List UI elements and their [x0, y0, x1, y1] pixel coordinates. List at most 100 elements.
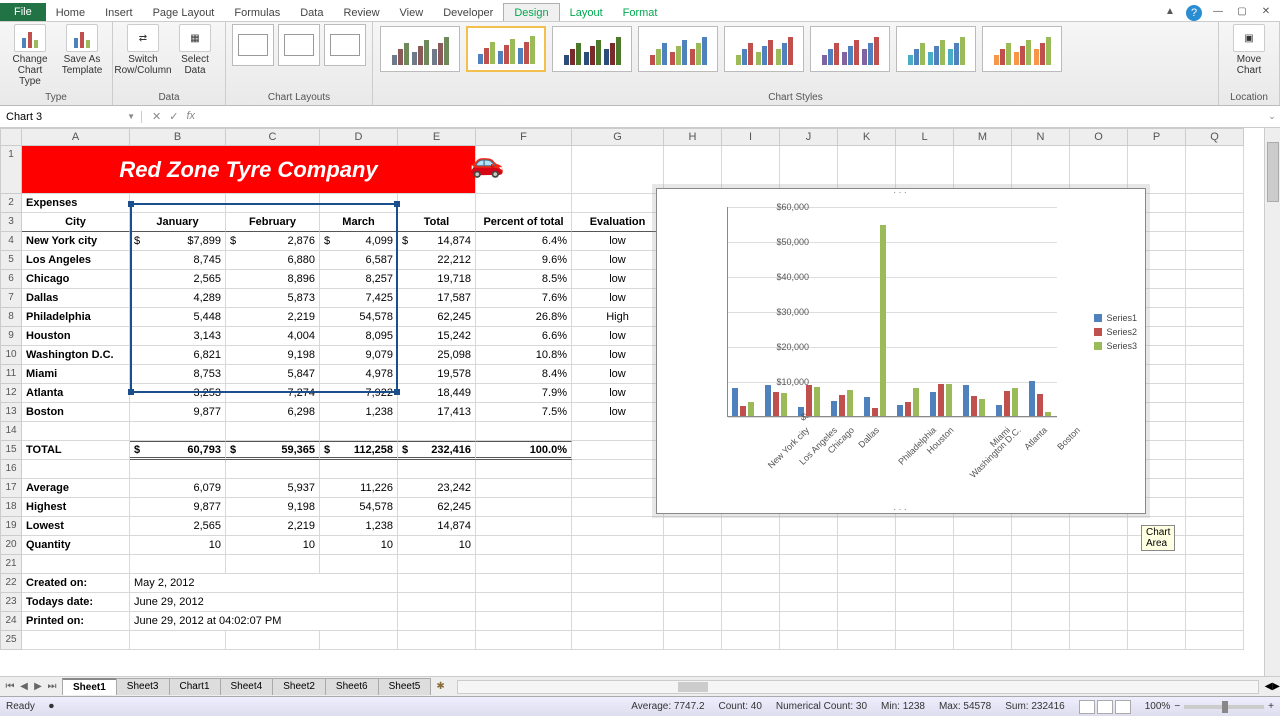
cell[interactable] — [1186, 146, 1244, 194]
cell[interactable]: $232,416 — [398, 441, 476, 460]
cell[interactable]: New York city — [22, 232, 130, 251]
selection-handle[interactable] — [128, 201, 134, 207]
tab-formulas[interactable]: Formulas — [224, 4, 290, 21]
cell[interactable] — [1012, 536, 1070, 555]
cell[interactable] — [476, 460, 572, 479]
cell[interactable]: 4,004 — [226, 327, 320, 346]
cell[interactable] — [1186, 308, 1244, 327]
cell[interactable] — [1186, 403, 1244, 422]
cell[interactable] — [838, 555, 896, 574]
chart-style-option[interactable] — [810, 26, 890, 72]
cell[interactable]: 5,937 — [226, 479, 320, 498]
cell[interactable]: 6,880 — [226, 251, 320, 270]
cell[interactable] — [838, 146, 896, 194]
selection-handle[interactable] — [128, 389, 134, 395]
cell[interactable] — [398, 593, 476, 612]
chart-bar[interactable] — [847, 390, 853, 416]
page-break-view-icon[interactable] — [1115, 700, 1131, 714]
column-header[interactable]: P — [1128, 128, 1186, 146]
cell[interactable]: 6,587 — [320, 251, 398, 270]
cell[interactable]: Red Zone Tyre Company — [22, 146, 476, 194]
chart-bar[interactable] — [732, 388, 738, 416]
zoom-slider[interactable]: 100%−+ — [1145, 701, 1274, 712]
cell[interactable] — [722, 631, 780, 650]
cell[interactable] — [1128, 631, 1186, 650]
column-header[interactable]: H — [664, 128, 722, 146]
cell[interactable] — [1070, 612, 1128, 631]
cell[interactable]: 8.5% — [476, 270, 572, 289]
row-header[interactable]: 8 — [0, 308, 22, 327]
cell[interactable]: Average — [22, 479, 130, 498]
cell[interactable] — [780, 631, 838, 650]
cell[interactable] — [572, 422, 664, 441]
chart-bar[interactable] — [905, 402, 911, 416]
chart-bar[interactable] — [897, 405, 903, 416]
cell[interactable] — [896, 593, 954, 612]
next-sheet-icon[interactable]: ▶ — [32, 681, 44, 692]
cell[interactable] — [780, 536, 838, 555]
change-chart-type-button[interactable]: Change Chart Type — [6, 24, 54, 87]
cell[interactable] — [664, 555, 722, 574]
cell[interactable] — [476, 574, 572, 593]
cell[interactable]: 9.6% — [476, 251, 572, 270]
column-header[interactable]: L — [896, 128, 954, 146]
cell[interactable]: Washington D.C. — [22, 346, 130, 365]
cell[interactable]: 6.4% — [476, 232, 572, 251]
cell[interactable]: 6.6% — [476, 327, 572, 346]
cell[interactable] — [954, 593, 1012, 612]
cell[interactable] — [320, 422, 398, 441]
last-sheet-icon[interactable]: ⏭ — [46, 681, 58, 692]
cancel-formula-icon[interactable]: ✕ — [152, 110, 161, 123]
cell[interactable] — [1070, 146, 1128, 194]
column-header[interactable]: B — [130, 128, 226, 146]
cell[interactable]: 9,079 — [320, 346, 398, 365]
cell[interactable] — [572, 555, 664, 574]
tab-page-layout[interactable]: Page Layout — [143, 4, 225, 21]
cell[interactable] — [22, 631, 130, 650]
column-header[interactable]: J — [780, 128, 838, 146]
chart-style-option[interactable] — [466, 26, 546, 72]
cell[interactable]: 14,874 — [398, 517, 476, 536]
cell[interactable]: 8.4% — [476, 365, 572, 384]
tab-review[interactable]: Review — [333, 4, 389, 21]
cell[interactable]: 62,245 — [398, 308, 476, 327]
cell[interactable] — [572, 517, 664, 536]
tab-layout[interactable]: Layout — [560, 4, 613, 21]
row-header[interactable]: 19 — [0, 517, 22, 536]
cell[interactable] — [572, 479, 664, 498]
cell[interactable]: 5,847 — [226, 365, 320, 384]
cell[interactable] — [1186, 194, 1244, 213]
cell[interactable] — [954, 574, 1012, 593]
cell[interactable] — [954, 555, 1012, 574]
cell[interactable] — [1070, 536, 1128, 555]
chart-bar[interactable] — [938, 384, 944, 416]
cell[interactable] — [130, 460, 226, 479]
cell[interactable] — [838, 631, 896, 650]
cell[interactable] — [838, 517, 896, 536]
cell[interactable] — [722, 593, 780, 612]
cell[interactable] — [664, 517, 722, 536]
cell[interactable] — [664, 631, 722, 650]
scroll-left-icon[interactable]: ◀ — [1265, 681, 1273, 692]
chart-bar[interactable] — [946, 384, 952, 416]
cell[interactable] — [572, 441, 664, 460]
sheet-tab[interactable]: Sheet3 — [116, 678, 170, 695]
cell[interactable]: February — [226, 213, 320, 232]
cell[interactable]: 9,877 — [130, 498, 226, 517]
cell[interactable] — [780, 574, 838, 593]
cell[interactable]: 22,212 — [398, 251, 476, 270]
cell[interactable]: Total — [398, 213, 476, 232]
cell[interactable] — [896, 631, 954, 650]
cell[interactable]: June 29, 2012 at 04:02:07 PM — [130, 612, 398, 631]
normal-view-icon[interactable] — [1079, 700, 1095, 714]
cell[interactable] — [398, 612, 476, 631]
cell[interactable] — [22, 460, 130, 479]
cell[interactable] — [130, 631, 226, 650]
select-data-button[interactable]: ▦Select Data — [171, 24, 219, 76]
cell[interactable] — [722, 574, 780, 593]
chart-bar[interactable] — [979, 399, 985, 416]
cell[interactable] — [1186, 251, 1244, 270]
row-header[interactable]: 25 — [0, 631, 22, 650]
tab-view[interactable]: View — [390, 4, 434, 21]
column-header[interactable]: O — [1070, 128, 1128, 146]
